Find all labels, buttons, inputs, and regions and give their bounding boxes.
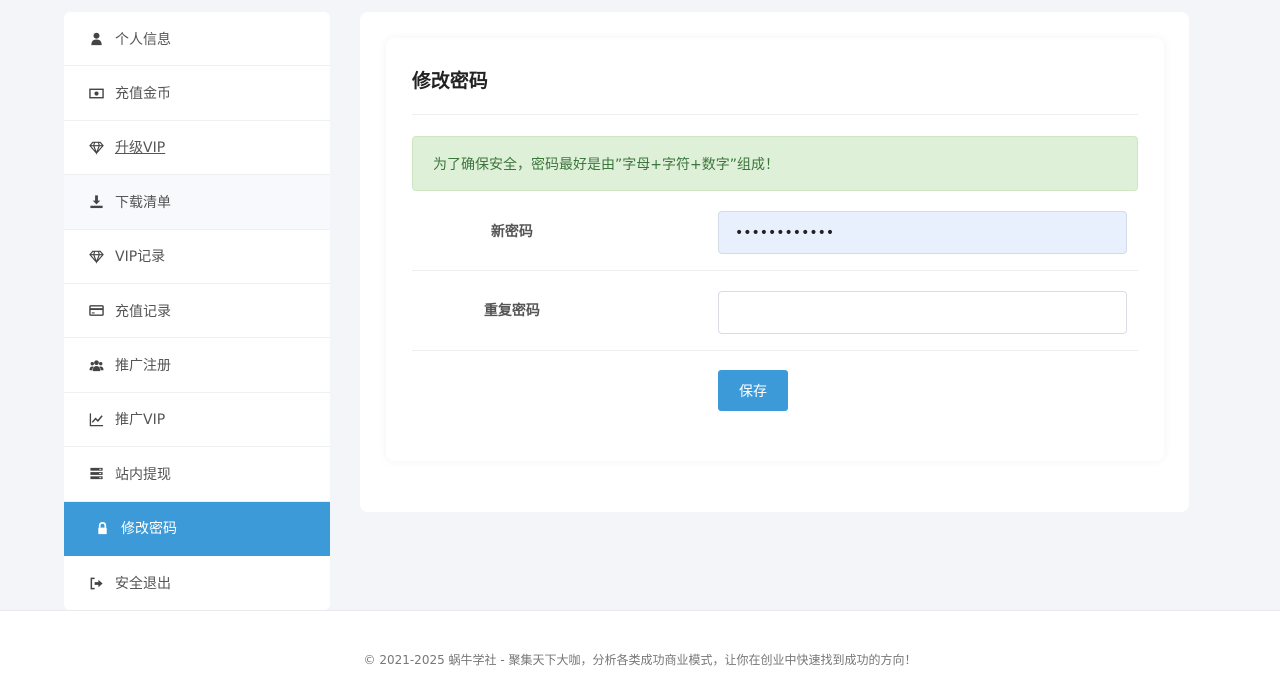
money-icon — [88, 85, 104, 101]
sidebar-item-label: VIP记录 — [115, 249, 166, 266]
footer-copyright: © 2021-2025 蜗牛学社 - 聚集天下大咖，分析各类成功商业模式，让你在… — [363, 653, 917, 667]
sidebar-item-label: 推广VIP — [115, 412, 166, 429]
repeat-password-row: 重复密码 — [412, 271, 1138, 351]
users-icon — [88, 357, 104, 373]
footer: © 2021-2025 蜗牛学社 - 聚集天下大咖，分析各类成功商业模式，让你在… — [0, 610, 1280, 677]
sign-out-icon — [88, 575, 104, 591]
sidebar-item-label: 个人信息 — [115, 31, 171, 48]
sidebar-item-promote-register[interactable]: 推广注册 — [64, 338, 330, 393]
sidebar-item-withdraw[interactable]: 站内提现 — [64, 447, 330, 502]
sidebar-item-recharge-records[interactable]: 充值记录 — [64, 284, 330, 339]
save-button[interactable]: 保存 — [718, 370, 788, 411]
line-chart-icon — [88, 411, 104, 427]
page-title: 修改密码 — [412, 70, 489, 92]
download-icon — [88, 194, 104, 210]
sidebar-item-label: 站内提现 — [115, 466, 171, 483]
title-divider — [412, 114, 1138, 115]
sidebar-item-label: 修改密码 — [121, 521, 177, 538]
server-icon — [88, 466, 104, 482]
sidebar-item-recharge-coins[interactable]: 充值金币 — [64, 66, 330, 121]
new-password-label: 新密码 — [491, 224, 533, 240]
sidebar-item-logout[interactable]: 安全退出 — [64, 556, 330, 610]
diamond-icon — [88, 139, 104, 155]
credit-card-icon — [88, 303, 104, 319]
row-divider — [412, 350, 1138, 351]
sidebar-item-downloads[interactable]: 下载清单 — [64, 175, 330, 230]
lock-icon — [94, 520, 110, 536]
change-password-form: 修改密码 为了确保安全，密码最好是由”字母+字符+数字”组成！ 新密码 重复密码… — [386, 38, 1164, 461]
sidebar-item-promote-vip[interactable]: 推广VIP — [64, 393, 330, 448]
sidebar-item-vip-records[interactable]: VIP记录 — [64, 230, 330, 284]
new-password-input[interactable] — [718, 211, 1127, 254]
sidebar-item-profile[interactable]: 个人信息 — [64, 12, 330, 67]
security-alert: 为了确保安全，密码最好是由”字母+字符+数字”组成！ — [412, 136, 1138, 191]
sidebar-item-label: 下载清单 — [115, 194, 171, 211]
main-content: 修改密码 为了确保安全，密码最好是由”字母+字符+数字”组成！ 新密码 重复密码… — [360, 12, 1189, 512]
sidebar-menu: 个人信息 充值金币 升级VIP 下载清单 VIP记录 充值记录 推广注册 推广V… — [64, 12, 330, 610]
repeat-password-label: 重复密码 — [484, 303, 540, 319]
new-password-row: 新密码 — [412, 191, 1138, 271]
sidebar-item-upgrade-vip[interactable]: 升级VIP — [64, 121, 330, 176]
sidebar-item-label: 推广注册 — [115, 358, 171, 375]
user-icon — [88, 31, 104, 47]
diamond-icon — [88, 248, 104, 264]
page: 个人信息 充值金币 升级VIP 下载清单 VIP记录 充值记录 推广注册 推广V… — [0, 0, 1280, 677]
sidebar-item-label: 充值记录 — [115, 303, 171, 320]
sidebar-item-label: 升级VIP — [115, 140, 166, 157]
repeat-password-input[interactable] — [718, 291, 1127, 334]
sidebar-item-label: 安全退出 — [115, 576, 171, 593]
sidebar-item-change-password[interactable]: 修改密码 — [64, 501, 330, 556]
sidebar-item-label: 充值金币 — [115, 86, 171, 103]
